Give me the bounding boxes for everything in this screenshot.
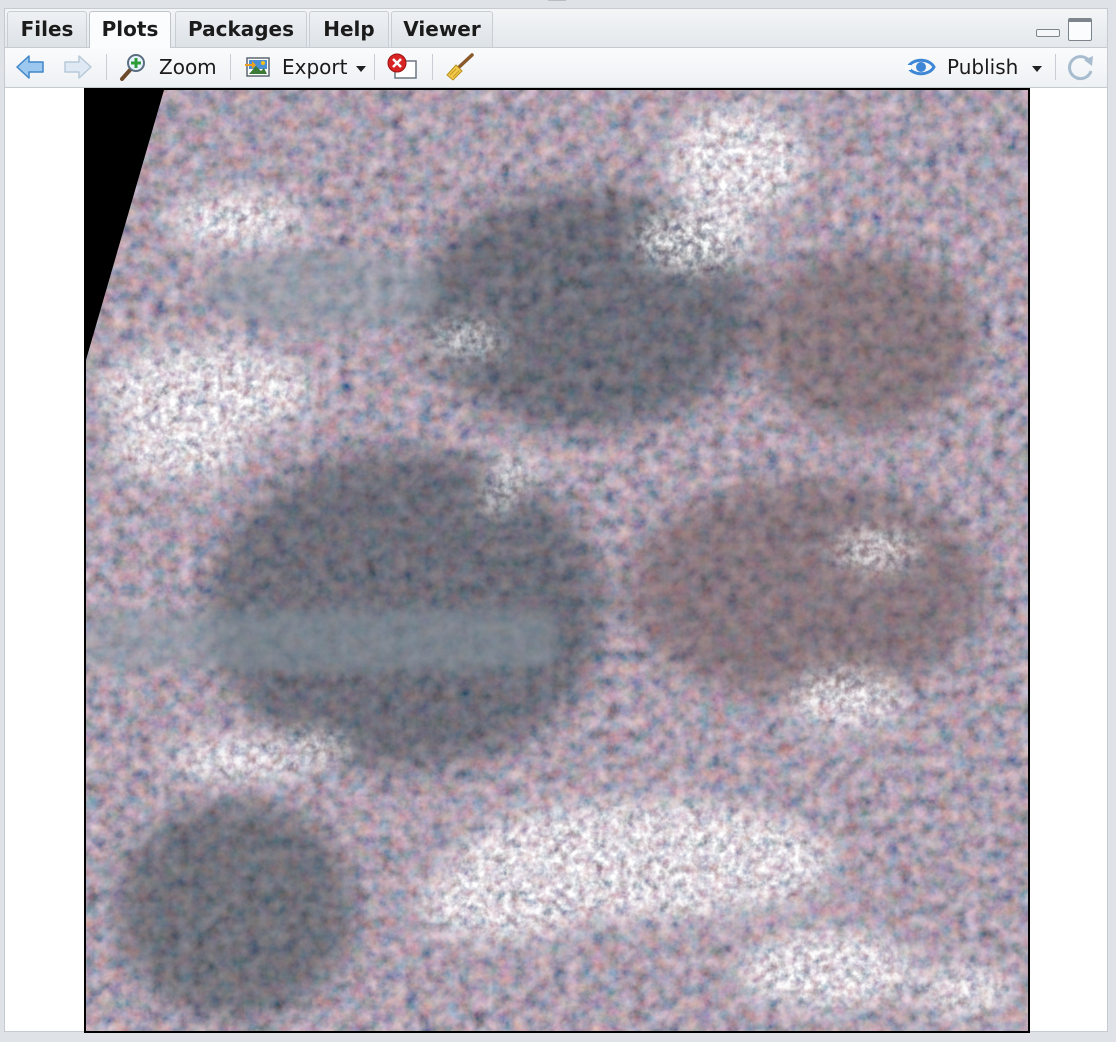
left-arrow-icon <box>16 55 44 79</box>
plots-pane: Files Plots Packages Help Viewer Zoom Ex… <box>4 8 1108 1033</box>
export-dropdown-icon <box>356 65 367 72</box>
broom-icon <box>446 53 474 81</box>
forward-button[interactable] <box>63 52 93 82</box>
export-image-icon <box>245 57 270 77</box>
publish-dropdown-icon <box>1032 65 1043 72</box>
back-button[interactable] <box>15 52 45 82</box>
toolbar-separator <box>106 54 107 80</box>
tab-bar: Files Plots Packages Help Viewer <box>5 9 1107 48</box>
clear-all-plots-button[interactable] <box>443 52 475 82</box>
tab-packages[interactable]: Packages <box>175 11 307 47</box>
minimize-icon[interactable] <box>1036 29 1060 37</box>
plots-toolbar: Zoom Export Publish <box>5 48 1107 88</box>
remove-plot-icon <box>387 53 417 79</box>
tab-help[interactable]: Help <box>309 11 389 47</box>
publish-button[interactable]: Publish <box>905 52 1043 82</box>
tab-files[interactable]: Files <box>7 11 87 47</box>
publish-icon <box>905 58 936 76</box>
tab-viewer[interactable]: Viewer <box>391 11 493 47</box>
toolbar-separator <box>374 54 375 80</box>
right-arrow-icon <box>64 55 92 79</box>
refresh-icon <box>1068 55 1093 81</box>
maximize-icon[interactable] <box>1068 18 1092 41</box>
magnifier-plus-icon <box>120 54 145 81</box>
toolbar-separator <box>432 54 433 80</box>
toolbar-separator <box>230 54 231 80</box>
satellite-image-plot <box>84 88 1030 1033</box>
pane-resize-grip[interactable] <box>548 0 566 4</box>
export-label: Export <box>282 55 348 79</box>
zoom-label: Zoom <box>159 55 217 79</box>
toolbar-separator <box>1055 54 1056 80</box>
tab-plots[interactable]: Plots <box>89 11 171 48</box>
publish-label: Publish <box>947 55 1019 79</box>
export-button[interactable]: Export <box>244 52 367 82</box>
zoom-button[interactable]: Zoom <box>119 52 217 82</box>
satellite-image <box>86 90 1028 1031</box>
remove-plot-button[interactable] <box>386 52 418 82</box>
refresh-button[interactable] <box>1066 52 1096 82</box>
